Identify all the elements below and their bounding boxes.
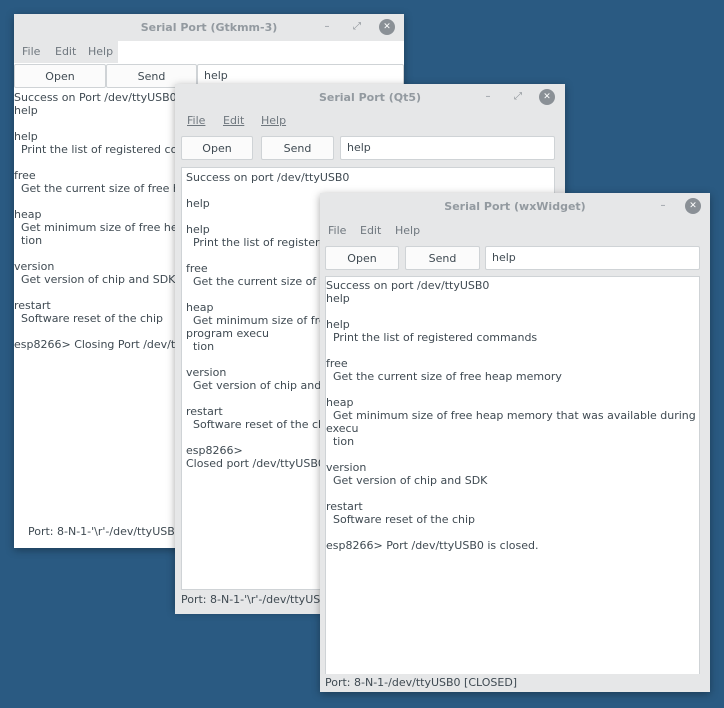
qt-menu-file[interactable]: File xyxy=(187,110,205,132)
qt-send-button[interactable]: Send xyxy=(261,136,334,160)
wx-window-title: Serial Port (wxWidget) xyxy=(444,200,586,213)
wx-send-button[interactable]: Send xyxy=(405,246,480,270)
wx-output-line: tion xyxy=(326,435,355,448)
wx-output-line: Get the current size of free heap memory xyxy=(326,370,562,383)
wx-output-area[interactable]: Success on port /dev/ttyUSB0 help help Pri… xyxy=(325,276,700,677)
wx-output-line: Software reset of the chip xyxy=(326,513,476,526)
wx-output-line: free xyxy=(326,357,348,370)
wx-output-line: esp8266> Port /dev/ttyUSB0 is closed. xyxy=(326,539,539,552)
wx-output-line: Get version of chip and SDK xyxy=(326,474,488,487)
wx-statusbar: Port: 8-N-1-/dev/ttyUSB0 [CLOSED] xyxy=(320,674,710,692)
qt-command-input[interactable]: help xyxy=(340,136,555,160)
gtk-window-title: Serial Port (Gtkmm-3) xyxy=(140,21,278,34)
wx-open-button[interactable]: Open xyxy=(325,246,399,270)
qt-close-icon[interactable]: ✕ xyxy=(539,89,555,105)
wx-output-line: help xyxy=(326,292,350,305)
wx-titlebar[interactable]: Serial Port (wxWidget) – ✕ xyxy=(320,193,710,220)
qt-menubar: File Edit Help xyxy=(175,110,565,132)
wx-output-line: Get minimum size of free heap memory tha… xyxy=(332,409,696,422)
wx-status-text: Port: 8-N-1-/dev/ttyUSB0 [CLOSED] xyxy=(325,676,518,689)
wx-output-line: restart xyxy=(326,500,363,513)
wx-minimize-icon[interactable]: – xyxy=(655,198,671,214)
wx-menu-help[interactable]: Help xyxy=(395,220,420,242)
wx-output-line: help xyxy=(326,318,350,331)
gtk-menu-edit[interactable]: Edit xyxy=(55,41,76,63)
wx-menu-file[interactable]: File xyxy=(328,220,346,242)
wx-output-line xyxy=(326,383,699,396)
qt-minimize-icon[interactable]: – xyxy=(480,89,496,105)
wx-output-line: Success on port /dev/ttyUSB0 xyxy=(326,279,490,292)
wx-output-line xyxy=(326,305,699,318)
gtk-titlebar[interactable]: Serial Port (Gtkmm-3) – ⤢ ✕ xyxy=(14,14,404,41)
wx-output-line xyxy=(326,526,699,539)
gtk-menu-help[interactable]: Help xyxy=(88,41,113,63)
wx-output-line: heap xyxy=(326,396,354,409)
qt-maximize-icon[interactable]: ⤢ xyxy=(510,89,526,105)
wx-output-line: Print the list of registered commands xyxy=(326,331,538,344)
qt-menu-edit[interactable]: Edit xyxy=(223,110,244,132)
qt-titlebar[interactable]: Serial Port (Qt5) – ⤢ ✕ xyxy=(175,84,565,111)
wx-menu-edit[interactable]: Edit xyxy=(360,220,381,242)
gtk-close-icon[interactable]: ✕ xyxy=(379,19,395,35)
qt-status-text: Port: 8-N-1-'\r'-/dev/ttyUSB0 xyxy=(181,593,335,606)
wx-output-line xyxy=(326,448,699,461)
wx-output-line xyxy=(326,487,699,500)
gtk-open-button[interactable]: Open xyxy=(14,64,106,88)
qt-output-line: Success on port /dev/ttyUSB0 xyxy=(186,171,350,184)
wx-close-icon[interactable]: ✕ xyxy=(685,198,701,214)
gtk-menu-file[interactable]: File xyxy=(22,41,40,63)
wx-output-line: execu xyxy=(326,422,359,435)
wx-output-line: version xyxy=(326,461,367,474)
gtk-minimize-icon[interactable]: – xyxy=(319,19,335,35)
qt-menu-help[interactable]: Help xyxy=(261,110,286,132)
wx-output-line xyxy=(326,344,699,357)
qt-window-title: Serial Port (Qt5) xyxy=(318,91,422,104)
gtk-maximize-icon[interactable]: ⤢ xyxy=(349,19,365,35)
gtk-menubar: File Edit Help xyxy=(14,41,118,63)
wx-menubar: File Edit Help xyxy=(320,220,710,242)
wx-window: Serial Port (wxWidget) – ✕ File Edit Hel… xyxy=(320,193,710,692)
wx-command-input[interactable]: help xyxy=(485,246,700,270)
qt-open-button[interactable]: Open xyxy=(181,136,253,160)
